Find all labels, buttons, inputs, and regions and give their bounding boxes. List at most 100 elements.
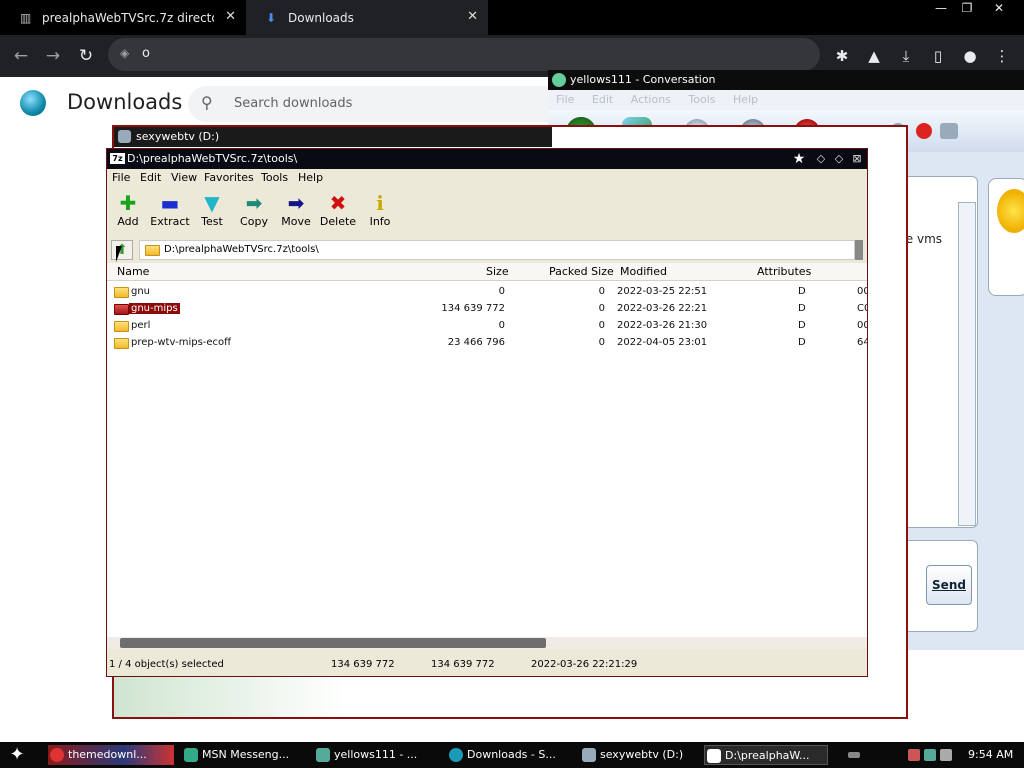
chromium-icon bbox=[449, 748, 463, 762]
search-icon: ⚲ bbox=[201, 93, 213, 112]
path-scroll[interactable] bbox=[855, 240, 863, 260]
msn-avatar bbox=[988, 178, 1024, 296]
column-attributes[interactable]: Attributes bbox=[757, 265, 811, 278]
labs-icon[interactable]: ▲ bbox=[863, 45, 885, 67]
close-icon[interactable]: ✕ bbox=[467, 9, 478, 24]
msn-menu-file[interactable]: File bbox=[556, 93, 574, 106]
column-packed-size[interactable]: Packed Size bbox=[549, 265, 614, 278]
close-icon[interactable]: ✕ bbox=[225, 9, 236, 24]
delete-label: Delete bbox=[319, 215, 357, 228]
delete-button[interactable]: ✖ Delete bbox=[317, 191, 359, 235]
column-modified[interactable]: Modified bbox=[620, 265, 667, 278]
table-row-selected[interactable]: gnu-mips 134 639 772 0 2022-03-26 22:21 … bbox=[107, 301, 867, 318]
start-button[interactable]: ✦ bbox=[4, 744, 30, 766]
explorer-title-bar[interactable]: sexywebtv (D:) bbox=[114, 127, 552, 147]
info-button[interactable]: i Info bbox=[359, 191, 401, 235]
msn-buddy-icon bbox=[552, 73, 566, 87]
task-label: D:\prealphaW... bbox=[725, 749, 810, 762]
address-bar[interactable]: ◈ o bbox=[108, 38, 820, 71]
msn-icon bbox=[184, 748, 198, 762]
msn-title-bar[interactable]: yellows111 - Conversation bbox=[548, 70, 1024, 90]
clock[interactable]: 9:54 AM bbox=[968, 748, 1013, 761]
minimize-icon[interactable]: — bbox=[928, 0, 954, 18]
tray-app-icon[interactable] bbox=[908, 749, 920, 761]
msn-menu-bar: File Edit Actions Tools Help bbox=[548, 90, 1024, 110]
taskbar-item-sexywebtv[interactable]: sexywebtv (D:) bbox=[580, 745, 700, 765]
add-button[interactable]: ✚ Add bbox=[107, 191, 149, 235]
msn-menu-tools[interactable]: Tools bbox=[688, 93, 715, 106]
row-extra: 00 bbox=[857, 286, 867, 297]
block-icon[interactable] bbox=[916, 123, 932, 139]
up-folder-icon[interactable]: ⬆ bbox=[111, 240, 133, 260]
keyboard-icon[interactable] bbox=[848, 752, 860, 758]
close-icon[interactable]: ⊠ bbox=[849, 151, 865, 167]
minimize-icon[interactable]: ◇ bbox=[813, 151, 829, 167]
row-packed: 0 bbox=[598, 286, 605, 297]
download-icon[interactable]: ⤓ bbox=[895, 45, 917, 67]
send-button[interactable]: Send bbox=[926, 565, 972, 605]
move-button[interactable]: ➡ Move bbox=[275, 191, 317, 235]
menu-edit[interactable]: Edit bbox=[140, 169, 161, 187]
info-label: Info bbox=[369, 215, 391, 228]
row-extra: C0 bbox=[857, 303, 867, 314]
close-window-icon[interactable]: ✕ bbox=[986, 0, 1012, 18]
maximize-icon[interactable]: ◇ bbox=[831, 151, 847, 167]
menu-view[interactable]: View bbox=[171, 169, 197, 187]
site-info-icon[interactable]: ◈ bbox=[120, 46, 129, 60]
msn-menu-edit[interactable]: Edit bbox=[592, 93, 613, 106]
tab-directory-listing[interactable]: ▥ prealphaWebTVSrc.7z directory listi ✕ bbox=[0, 0, 246, 35]
profile-icon[interactable]: ● bbox=[959, 45, 981, 67]
column-name[interactable]: Name bbox=[117, 265, 149, 278]
tab-downloads[interactable]: ⬇ Downloads ✕ bbox=[246, 0, 488, 35]
path-field[interactable]: D:\prealphaWebTVSrc.7z\tools\ bbox=[139, 240, 855, 260]
msn-tray-icon[interactable] bbox=[924, 749, 936, 761]
folder-icon bbox=[114, 287, 129, 298]
mouse-cursor-icon bbox=[116, 246, 122, 262]
move-label: Move bbox=[281, 215, 311, 228]
msn-menu-help[interactable]: Help bbox=[733, 93, 758, 106]
search-box[interactable]: ⚲ Search downloads bbox=[188, 86, 588, 122]
menu-favorites[interactable]: Favorites bbox=[204, 169, 254, 187]
taskbar-item-msn[interactable]: MSN Messeng... bbox=[182, 745, 308, 765]
folder-icon bbox=[114, 321, 129, 332]
app-icon bbox=[50, 748, 64, 762]
options-icon[interactable] bbox=[940, 123, 958, 139]
menu-tools[interactable]: Tools bbox=[261, 169, 288, 187]
restore-icon[interactable]: ❐ bbox=[954, 0, 980, 18]
test-button[interactable]: ▼ Test bbox=[191, 191, 233, 235]
row-packed: 0 bbox=[598, 320, 605, 331]
folder-icon bbox=[114, 304, 129, 315]
horizontal-scrollbar[interactable] bbox=[107, 637, 867, 649]
extract-button[interactable]: ▬ Extract bbox=[149, 191, 191, 235]
msn-scrollbar[interactable] bbox=[958, 202, 976, 526]
menu-file[interactable]: File bbox=[112, 169, 130, 187]
task-label: themedownl... bbox=[68, 748, 147, 761]
reload-icon[interactable]: ↻ bbox=[75, 45, 97, 67]
copy-button[interactable]: ➡ Copy bbox=[233, 191, 275, 235]
column-size[interactable]: Size bbox=[486, 265, 509, 278]
taskbar-item-yellows111[interactable]: yellows111 - ... bbox=[314, 745, 440, 765]
scroll-thumb[interactable] bbox=[120, 638, 546, 648]
search-input[interactable]: Search downloads bbox=[234, 96, 352, 111]
star-icon[interactable]: ★ bbox=[791, 151, 807, 167]
side-panel-icon[interactable]: ▯ bbox=[927, 45, 949, 67]
archive-icon: ▥ bbox=[20, 10, 32, 25]
volume-icon[interactable] bbox=[940, 749, 952, 761]
status-packed: 134 639 772 bbox=[431, 659, 495, 670]
taskbar-item-7zip[interactable]: D:\prealphaW... bbox=[704, 745, 828, 765]
forward-icon[interactable]: → bbox=[42, 45, 64, 67]
msn-menu-actions[interactable]: Actions bbox=[631, 93, 671, 106]
taskbar-item-downloads[interactable]: Downloads - S... bbox=[447, 745, 573, 765]
7zip-title-bar[interactable]: 7z D:\prealphaWebTVSrc.7z\tools\ ★ ◇ ◇ ⊠ bbox=[107, 149, 867, 169]
menu-icon[interactable]: ⋮ bbox=[991, 45, 1013, 67]
menu-help[interactable]: Help bbox=[298, 169, 323, 187]
table-row[interactable]: perl 0 0 2022-03-26 21:30 D 00 bbox=[107, 318, 867, 335]
page-title: Downloads bbox=[67, 90, 183, 114]
7zip-menu-bar: File Edit View Favorites Tools Help bbox=[107, 169, 867, 187]
task-label: Downloads - S... bbox=[467, 748, 556, 761]
taskbar-item-themedownl[interactable]: themedownl... bbox=[48, 745, 174, 765]
table-row[interactable]: prep-wtv-mips-ecoff 23 466 796 0 2022-04… bbox=[107, 335, 867, 352]
extensions-icon[interactable]: ✱ bbox=[831, 45, 853, 67]
table-row[interactable]: gnu 0 0 2022-03-25 22:51 D 00 bbox=[107, 284, 867, 301]
back-icon[interactable]: ← bbox=[10, 45, 32, 67]
